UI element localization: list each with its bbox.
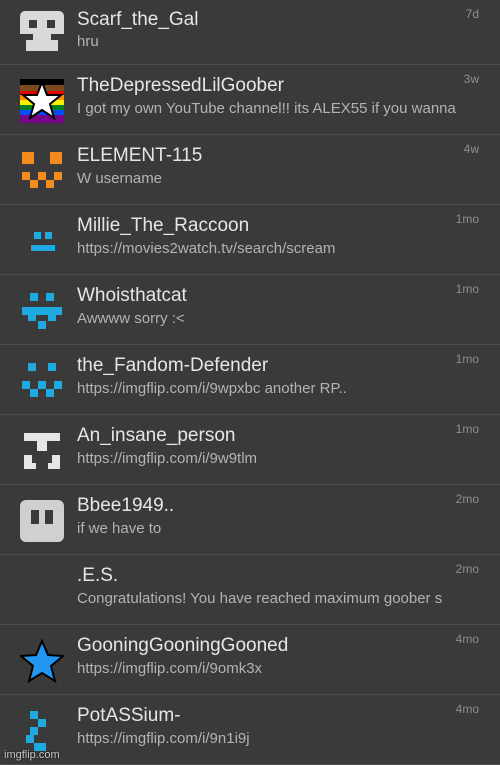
username[interactable]: ELEMENT-115	[77, 145, 480, 167]
timestamp: 1mo	[455, 282, 479, 296]
conversation-row[interactable]: the_Fandom-Defender https://imgflip.com/…	[0, 345, 500, 415]
timestamp: 1mo	[455, 422, 479, 436]
username[interactable]: Bbee1949..	[77, 495, 480, 517]
conversation-row[interactable]: Millie_The_Raccoon https://movies2watch.…	[0, 205, 500, 275]
gray-pixel-block-icon[interactable]	[20, 499, 64, 543]
conversation-row[interactable]: PotASSium- https://imgflip.com/i/9n1i9j …	[0, 695, 500, 765]
message-preview: W username	[77, 170, 163, 187]
blue-pixel-smile-icon[interactable]	[20, 359, 64, 403]
blank-avatar-icon[interactable]	[20, 569, 64, 613]
timestamp: 4w	[463, 142, 479, 156]
conversation-row[interactable]: Scarf_the_Gal hru 7d	[0, 0, 500, 65]
conversation-row[interactable]: .E.S. Congratulations! You have reached …	[0, 555, 500, 625]
conversation-row[interactable]: An_insane_person https://imgflip.com/i/9…	[0, 415, 500, 485]
username[interactable]: TheDepressedLilGoober	[77, 75, 480, 97]
conversation-row[interactable]: ELEMENT-115 W username 4w	[0, 135, 500, 205]
conversation-row[interactable]: Whoisthatcat Awwww sorry :< 1mo	[0, 275, 500, 345]
username[interactable]: .E.S.	[77, 565, 480, 587]
conversation-row[interactable]: TheDepressedLilGoober I got my own YouTu…	[0, 65, 500, 135]
username[interactable]: Millie_The_Raccoon	[77, 215, 480, 237]
blue-pixel-cat-icon[interactable]	[20, 289, 64, 333]
white-pixel-face-icon[interactable]	[20, 429, 64, 473]
message-preview: hru	[77, 33, 99, 50]
watermark: imgflip.com	[4, 749, 60, 761]
timestamp: 2mo	[455, 492, 479, 506]
conversation-row[interactable]: Bbee1949.. if we have to 2mo	[0, 485, 500, 555]
username[interactable]: Whoisthatcat	[77, 285, 480, 307]
message-preview: https://imgflip.com/i/9omk3x	[77, 660, 263, 677]
message-preview: https://imgflip.com/i/9wpxbc another RP.…	[77, 380, 347, 397]
gray-pixel-face-icon[interactable]	[20, 9, 64, 53]
timestamp: 2mo	[455, 562, 479, 576]
rainbow-star-icon[interactable]	[20, 79, 64, 123]
message-preview: if we have to	[77, 520, 162, 537]
message-preview: Awwww sorry :<	[77, 310, 185, 327]
timestamp: 4mo	[455, 702, 479, 716]
timestamp: 3w	[463, 72, 479, 86]
message-preview: https://movies2watch.tv/search/scream	[77, 240, 336, 257]
timestamp: 1mo	[455, 212, 479, 226]
username[interactable]: Scarf_the_Gal	[77, 9, 480, 31]
timestamp: 1mo	[455, 352, 479, 366]
username[interactable]: GooningGooningGooned	[77, 635, 480, 657]
timestamp: 4mo	[455, 632, 479, 646]
conversation-row[interactable]: GooningGooningGooned https://imgflip.com…	[0, 625, 500, 695]
username[interactable]: PotASSium-	[77, 705, 480, 727]
username[interactable]: the_Fandom-Defender	[77, 355, 480, 377]
conversation-list: Scarf_the_Gal hru 7d TheDepressedLilGoob…	[0, 0, 500, 765]
blue-pixel-swirl-icon[interactable]	[20, 709, 64, 753]
message-preview: Congratulations! You have reached maximu…	[77, 590, 443, 607]
timestamp: 7d	[465, 7, 479, 21]
orange-pixel-face-icon[interactable]	[20, 149, 64, 193]
blue-pixel-face-icon[interactable]	[20, 219, 64, 263]
message-preview: I got my own YouTube channel!! its ALEX5…	[77, 100, 456, 117]
blue-star-icon[interactable]	[20, 639, 64, 683]
username[interactable]: An_insane_person	[77, 425, 480, 447]
message-preview: https://imgflip.com/i/9w9tlm	[77, 450, 258, 467]
message-preview: https://imgflip.com/i/9n1i9j	[77, 730, 250, 747]
